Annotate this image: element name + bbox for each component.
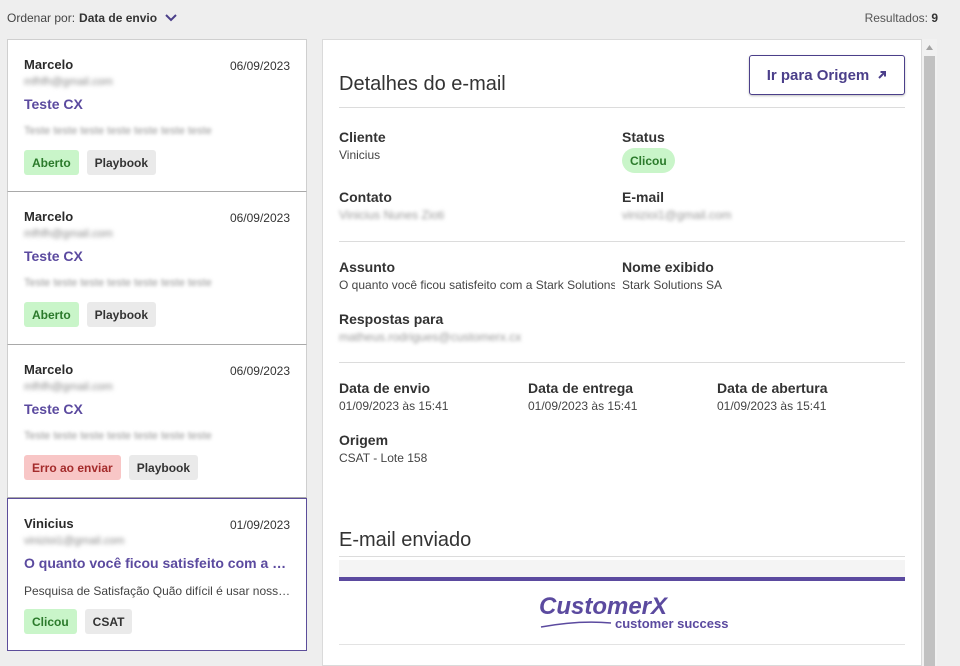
divider (339, 107, 905, 108)
field-nome-exibido: Nome exibido Stark Solutions SA (622, 259, 722, 292)
type-badge: Playbook (128, 455, 199, 480)
email-preview-body: CustomerX customer success (339, 577, 905, 665)
type-badge: Playbook (86, 302, 157, 327)
chevron-down-icon (165, 12, 177, 24)
field-value: CSAT - Lote 158 (339, 451, 428, 465)
field-label: Data de envio (339, 380, 431, 396)
field-label: Respostas para (339, 311, 444, 327)
results-number: 9 (931, 11, 938, 25)
field-value: O quanto você ficou satisfeito com a Sta… (339, 278, 615, 292)
card-date: 06/09/2023 (229, 211, 290, 225)
email-list: Marcelo 06/09/2023 mfhfh@gmail.com Teste… (7, 39, 307, 666)
field-label: Cliente (339, 129, 386, 145)
card-tags: Aberto Playbook (24, 150, 157, 175)
card-name: Marcelo (24, 57, 74, 72)
field-origem: Origem CSAT - Lote 158 (339, 432, 427, 465)
sort-value: Data de envio (79, 11, 158, 25)
card-date: 06/09/2023 (229, 364, 290, 378)
field-value: matheus.rodrigues@customerx.cx (339, 330, 522, 344)
divider (339, 362, 905, 363)
field-value: Vinicius (339, 148, 381, 162)
status-badge: Aberto (24, 150, 79, 175)
card-date: 06/09/2023 (229, 59, 290, 73)
toolbar: Ordenar por: Data de envio Resultados: 9 (0, 0, 960, 38)
field-value: 01/09/2023 às 15:41 (717, 399, 827, 413)
field-label: E-mail (622, 189, 665, 205)
field-label: Status (622, 129, 665, 145)
card-name: Marcelo (24, 209, 74, 224)
field-data-entrega: Data de entrega 01/09/2023 às 15:41 (528, 380, 637, 413)
card-subject: Teste CX (24, 248, 83, 264)
divider (339, 556, 905, 557)
field-respostas: Respostas para matheus.rodrigues@custome… (339, 311, 521, 344)
field-label: Data de entrega (528, 380, 634, 396)
card-tags: Erro ao enviar Playbook (24, 455, 199, 480)
divider (339, 241, 905, 242)
sort-label: Ordenar por: (7, 11, 76, 25)
field-contato: Contato Vinicius Nunes Zioti (339, 189, 444, 222)
email-card-selected[interactable]: Vinicius 01/09/2023 vinizioi1@gmail.com … (7, 498, 307, 651)
card-preview: Teste teste teste teste teste teste test… (24, 430, 212, 442)
field-label: Contato (339, 189, 392, 205)
email-card[interactable]: Marcelo 06/09/2023 mfhfh@gmail.com Teste… (7, 192, 307, 345)
card-tags: Aberto Playbook (24, 302, 157, 327)
results-count: Resultados: 9 (865, 11, 938, 25)
field-email: E-mail vinizioi1@gmail.com (622, 189, 732, 222)
field-data-envio: Data de envio 01/09/2023 às 15:41 (339, 380, 448, 413)
field-cliente: Cliente Vinicius (339, 129, 386, 162)
field-label: Origem (339, 432, 389, 448)
card-email: mfhfh@gmail.com (24, 76, 113, 88)
status-badge: Clicou (622, 148, 675, 173)
field-label: Assunto (339, 259, 395, 275)
scrollbar-thumb[interactable] (924, 56, 935, 666)
detail-title: Detalhes do e-mail (339, 73, 506, 95)
card-date: 01/09/2023 (229, 518, 290, 532)
scroll-up-icon[interactable] (922, 39, 937, 55)
field-value: vinizioi1@gmail.com (622, 208, 732, 222)
divider (339, 644, 905, 645)
card-email: mfhfh@gmail.com (24, 228, 113, 240)
field-value: 01/09/2023 às 15:41 (528, 399, 638, 413)
type-badge: Playbook (86, 150, 157, 175)
type-badge: CSAT (84, 609, 133, 634)
field-label: Nome exibido (622, 259, 714, 275)
field-value: Stark Solutions SA (622, 278, 723, 292)
email-card[interactable]: Marcelo 06/09/2023 mfhfh@gmail.com Teste… (7, 345, 307, 498)
card-email: mfhfh@gmail.com (24, 381, 113, 393)
status-badge: Clicou (24, 609, 77, 634)
field-assunto: Assunto O quanto você ficou satisfeito c… (339, 259, 615, 292)
field-data-abertura: Data de abertura 01/09/2023 às 15:41 (717, 380, 827, 413)
card-subject: Teste CX (24, 96, 83, 112)
field-value: 01/09/2023 às 15:41 (339, 399, 449, 413)
email-card[interactable]: Marcelo 06/09/2023 mfhfh@gmail.com Teste… (7, 39, 307, 192)
card-tags: Clicou CSAT (24, 609, 133, 634)
go-to-origin-label: Ir para Origem (766, 66, 870, 84)
card-preview: Teste teste teste teste teste teste test… (24, 125, 212, 137)
field-status: Status Clicou (622, 129, 675, 173)
email-preview: CustomerX customer success (339, 560, 905, 665)
sent-email-title: E-mail enviado (339, 529, 472, 551)
go-to-origin-button[interactable]: Ir para Origem (749, 55, 905, 95)
card-name: Vinicius (24, 516, 74, 531)
card-email: vinizioi1@gmail.com (24, 535, 125, 547)
card-preview: Teste teste teste teste teste teste test… (24, 277, 212, 289)
arrow-up-right-icon (877, 70, 887, 80)
customerx-logo: CustomerX customer success (539, 593, 728, 631)
card-subject: Teste CX (24, 401, 83, 417)
card-name: Marcelo (24, 362, 74, 377)
card-subject: O quanto você ficou satisfeito com a Sta… (24, 555, 292, 571)
field-label: Data de abertura (717, 380, 828, 396)
field-value: Vinicius Nunes Zioti (339, 208, 445, 222)
card-preview: Pesquisa de Satisfação Quão difícil é us… (24, 584, 292, 598)
results-label: Resultados: (864, 11, 928, 25)
sort-dropdown[interactable]: Ordenar por: Data de envio (7, 11, 177, 25)
email-detail-panel: Detalhes do e-mail Ir para Origem Client… (322, 39, 922, 666)
status-badge: Erro ao enviar (24, 455, 121, 480)
scrollbar[interactable] (922, 39, 937, 666)
logo-sub-text: customer success (615, 616, 728, 631)
status-badge: Aberto (24, 302, 79, 327)
